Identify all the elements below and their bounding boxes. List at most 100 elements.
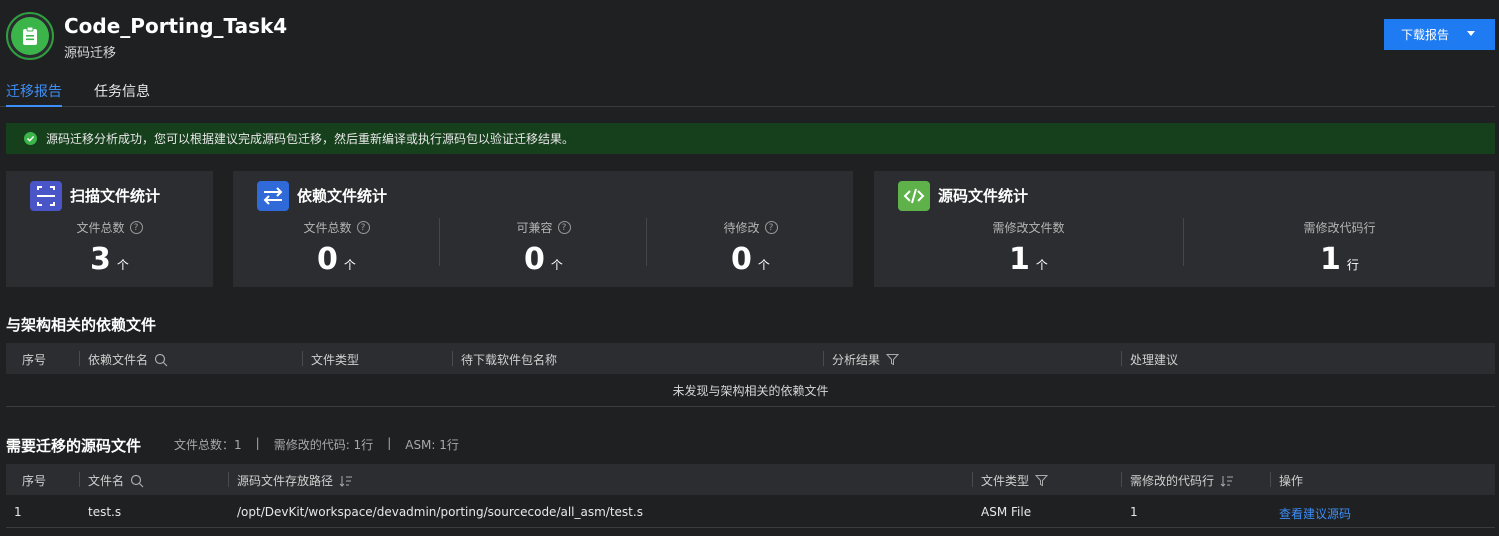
summary-total: 文件总数：1 [174, 438, 242, 452]
column-separator [823, 351, 824, 366]
stat-value: 0 [524, 242, 545, 277]
check-circle-icon [24, 132, 37, 145]
row-index: 1 [14, 505, 22, 519]
source-section-title: 需要迁移的源码文件 [6, 437, 142, 455]
tab-task-info[interactable]: 任务信息 [94, 81, 150, 107]
stat-label: 需修改文件数 [992, 221, 1065, 235]
column-header-label: 源码文件存放路径 [237, 474, 334, 488]
column-header-filename: 依赖文件名 [88, 351, 168, 368]
dependency-table-header: 序号 依赖文件名 文件类型 待下载软件包名称 分析结果 处理建议 [6, 343, 1495, 374]
page-subtitle: 源码迁移 [64, 46, 117, 61]
sort-icon[interactable] [339, 475, 353, 487]
column-separator [228, 472, 229, 487]
summary-separator: | [387, 436, 392, 450]
success-alert: 源码迁移分析成功，您可以根据建议完成源码包迁移，然后重新编译或执行源码包以验证迁… [6, 123, 1495, 154]
summary-asm: ASM: 1行 [405, 438, 459, 452]
help-icon[interactable]: ? [129, 221, 143, 234]
code-icon [898, 181, 930, 211]
alert-message: 源码迁移分析成功，您可以根据建议完成源码包迁移，然后重新编译或执行源码包以验证迁… [46, 132, 575, 146]
source-files-stat: 需修改文件数 1个 [874, 219, 1183, 277]
column-header-label: 文件名 [88, 474, 125, 488]
scan-total-stat: 文件总数? 3个 [6, 219, 213, 277]
chevron-down-icon[interactable] [1467, 31, 1475, 36]
column-header-analysis: 分析结果 [832, 351, 900, 368]
search-icon[interactable] [130, 474, 144, 488]
column-header: 序号 [22, 474, 47, 488]
column-header-lines: 需修改的代码行 [1130, 472, 1234, 489]
column-separator [452, 351, 453, 366]
stat-unit: 个 [116, 258, 129, 272]
column-header: 处理建议 [1130, 353, 1179, 367]
column-separator [79, 351, 80, 366]
stat-unit: 个 [1035, 258, 1048, 272]
stat-label: 可兼容 [516, 221, 553, 235]
column-header-path: 源码文件存放路径 [237, 472, 353, 489]
tab-migration-report[interactable]: 迁移报告 [6, 81, 62, 107]
source-card-title: 源码文件统计 [938, 187, 1029, 205]
dependency-section-title: 与架构相关的依赖文件 [6, 316, 157, 334]
dependency-compatible-stat: 可兼容? 0个 [440, 219, 647, 277]
source-table-header: 序号 文件名 源码文件存放路径 文件类型 需修改的代码行 操作 [6, 464, 1495, 495]
column-separator [1121, 472, 1122, 487]
column-separator [302, 351, 303, 366]
column-header-label: 文件类型 [981, 474, 1030, 488]
summary-lines: 需修改的代码: 1行 [273, 438, 374, 452]
source-summary: 文件总数：1 | 需修改的代码: 1行 | ASM: 1行 [174, 436, 459, 453]
dependency-to-modify-stat: 待修改? 0个 [647, 219, 854, 277]
source-lines-stat: 需修改代码行 1行 [1184, 219, 1495, 277]
empty-table-message: 未发现与架构相关的依赖文件 [6, 375, 1495, 407]
stat-label: 文件总数 [303, 221, 352, 235]
column-separator [1270, 472, 1271, 487]
stat-value: 1 [1320, 242, 1341, 277]
column-header: 序号 [22, 353, 47, 367]
stat-unit: 个 [550, 258, 563, 272]
column-separator [79, 472, 80, 487]
source-stats-card: 源码文件统计 需修改文件数 1个 需修改代码行 1行 [874, 171, 1495, 287]
page-header: Code_Porting_Task4 源码迁移 下载报告 [0, 0, 1499, 72]
download-report-label: 下载报告 [1401, 28, 1450, 42]
stat-unit: 行 [1346, 258, 1359, 272]
dependency-total-stat: 文件总数? 0个 [233, 219, 440, 277]
download-report-button[interactable]: 下载报告 [1384, 19, 1495, 50]
table-row: 1 test.s /opt/DevKit/workspace/devadmin/… [6, 496, 1495, 528]
column-header-filename: 文件名 [88, 472, 144, 489]
stat-label: 需修改代码行 [1303, 221, 1376, 235]
stat-value: 0 [317, 242, 338, 277]
search-icon[interactable] [154, 353, 168, 367]
scan-icon [30, 181, 62, 211]
filter-icon[interactable] [1035, 474, 1049, 487]
row-type: ASM File [981, 505, 1032, 519]
help-icon[interactable]: ? [356, 221, 370, 234]
scan-stats-card: 扫描文件统计 文件总数? 3个 [6, 171, 213, 287]
stat-label: 待修改 [723, 221, 760, 235]
column-header-label: 依赖文件名 [88, 353, 149, 367]
dependency-stats-card: 依赖文件统计 文件总数? 0个 可兼容? 0个 待修改? 0个 [233, 171, 853, 287]
stat-label: 文件总数 [76, 221, 125, 235]
scan-card-title: 扫描文件统计 [70, 187, 161, 205]
column-separator [972, 472, 973, 487]
column-header: 待下载软件包名称 [461, 353, 558, 367]
column-header: 文件类型 [311, 353, 360, 367]
row-path: /opt/DevKit/workspace/devadmin/porting/s… [237, 505, 643, 519]
column-header-label: 需修改的代码行 [1130, 474, 1215, 488]
dependency-card-title: 依赖文件统计 [297, 187, 388, 205]
stat-value: 1 [1009, 242, 1030, 277]
sort-icon[interactable] [1220, 475, 1234, 487]
stat-unit: 个 [343, 258, 356, 272]
view-suggested-source-link[interactable]: 查看建议源码 [1279, 505, 1351, 522]
help-icon[interactable]: ? [764, 221, 778, 234]
stat-value: 3 [90, 242, 111, 277]
stat-value: 0 [731, 242, 752, 277]
page-title: Code_Porting_Task4 [64, 14, 288, 38]
stat-unit: 个 [757, 258, 770, 272]
column-header: 操作 [1279, 474, 1304, 488]
row-lines: 1 [1130, 505, 1138, 519]
help-icon[interactable]: ? [557, 221, 571, 234]
tab-bar: 迁移报告 任务信息 [0, 78, 1495, 107]
summary-separator: | [255, 436, 260, 450]
filter-icon[interactable] [886, 353, 900, 366]
column-header-type: 文件类型 [981, 472, 1049, 489]
column-separator [1121, 351, 1122, 366]
task-icon [6, 12, 54, 60]
swap-icon [257, 181, 289, 211]
